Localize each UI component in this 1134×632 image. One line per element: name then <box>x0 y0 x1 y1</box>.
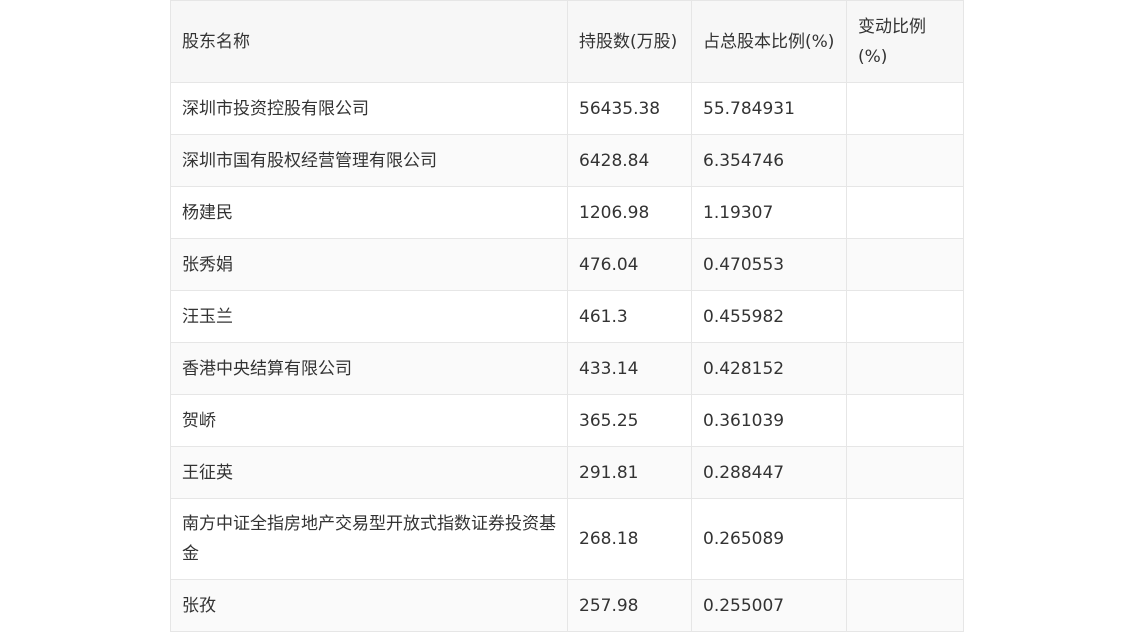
cell-shares: 461.3 <box>567 290 692 343</box>
header-change: 变动比例(%) <box>846 0 964 83</box>
cell-change <box>846 82 964 135</box>
table-row: 杨建民 1206.98 1.19307 <box>170 186 964 239</box>
cell-name: 张孜 <box>170 579 568 632</box>
cell-name: 王征英 <box>170 446 568 499</box>
header-shareholder-name: 股东名称 <box>170 0 568 83</box>
cell-shares: 291.81 <box>567 446 692 499</box>
table-row: 张孜 257.98 0.255007 <box>170 579 964 632</box>
cell-name: 贺峤 <box>170 394 568 447</box>
cell-name: 汪玉兰 <box>170 290 568 343</box>
cell-change <box>846 342 964 395</box>
cell-change <box>846 446 964 499</box>
cell-change <box>846 186 964 239</box>
cell-shares: 365.25 <box>567 394 692 447</box>
cell-shares: 268.18 <box>567 498 692 580</box>
cell-name: 深圳市国有股权经营管理有限公司 <box>170 134 568 187</box>
cell-ratio: 0.265089 <box>691 498 847 580</box>
cell-name: 香港中央结算有限公司 <box>170 342 568 395</box>
cell-name: 南方中证全指房地产交易型开放式指数证券投资基金 <box>170 498 568 580</box>
cell-ratio: 0.470553 <box>691 238 847 291</box>
cell-ratio: 0.255007 <box>691 579 847 632</box>
table-row: 深圳市投资控股有限公司 56435.38 55.784931 <box>170 82 964 135</box>
cell-shares: 1206.98 <box>567 186 692 239</box>
shareholder-table: 股东名称 持股数(万股) 占总股本比例(%) 变动比例(%) 深圳市投资控股有限… <box>170 0 964 632</box>
table-row: 王征英 291.81 0.288447 <box>170 446 964 499</box>
table-row: 汪玉兰 461.3 0.455982 <box>170 290 964 343</box>
cell-name: 杨建民 <box>170 186 568 239</box>
cell-name: 张秀娟 <box>170 238 568 291</box>
cell-ratio: 0.288447 <box>691 446 847 499</box>
cell-shares: 476.04 <box>567 238 692 291</box>
table-row: 南方中证全指房地产交易型开放式指数证券投资基金 268.18 0.265089 <box>170 498 964 580</box>
cell-ratio: 6.354746 <box>691 134 847 187</box>
cell-change <box>846 498 964 580</box>
table-row: 贺峤 365.25 0.361039 <box>170 394 964 447</box>
table-row: 张秀娟 476.04 0.470553 <box>170 238 964 291</box>
table-row: 香港中央结算有限公司 433.14 0.428152 <box>170 342 964 395</box>
cell-change <box>846 394 964 447</box>
header-ratio: 占总股本比例(%) <box>691 0 847 83</box>
cell-ratio: 0.455982 <box>691 290 847 343</box>
cell-shares: 257.98 <box>567 579 692 632</box>
cell-ratio: 55.784931 <box>691 82 847 135</box>
cell-ratio: 0.428152 <box>691 342 847 395</box>
cell-change <box>846 134 964 187</box>
cell-shares: 56435.38 <box>567 82 692 135</box>
cell-change <box>846 579 964 632</box>
cell-ratio: 1.19307 <box>691 186 847 239</box>
cell-ratio: 0.361039 <box>691 394 847 447</box>
table-row: 深圳市国有股权经营管理有限公司 6428.84 6.354746 <box>170 134 964 187</box>
cell-name: 深圳市投资控股有限公司 <box>170 82 568 135</box>
header-shares: 持股数(万股) <box>567 0 692 83</box>
cell-shares: 6428.84 <box>567 134 692 187</box>
table-header-row: 股东名称 持股数(万股) 占总股本比例(%) 变动比例(%) <box>170 0 964 83</box>
shareholder-table-container: 股东名称 持股数(万股) 占总股本比例(%) 变动比例(%) 深圳市投资控股有限… <box>170 0 964 632</box>
cell-change <box>846 290 964 343</box>
cell-shares: 433.14 <box>567 342 692 395</box>
cell-change <box>846 238 964 291</box>
